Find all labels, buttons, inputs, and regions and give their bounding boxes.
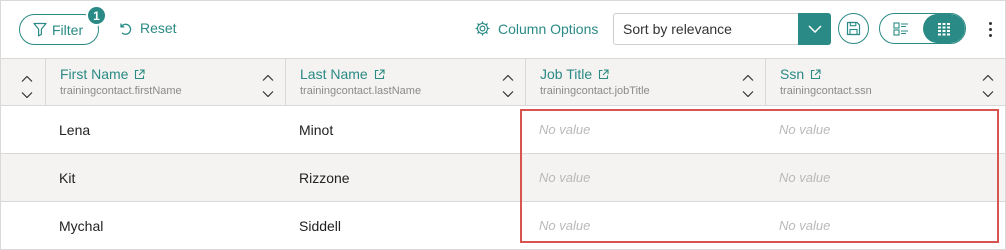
list-view-button[interactable] bbox=[880, 14, 923, 43]
table-row[interactable]: Lena Minot No value No value bbox=[1, 106, 1005, 154]
sort-toggle-icon[interactable] bbox=[982, 75, 994, 97]
filter-count-badge: 1 bbox=[86, 5, 107, 26]
column-field-name: trainingcontact.firstName bbox=[60, 85, 182, 97]
chevron-down-icon bbox=[807, 24, 822, 33]
external-link-icon[interactable] bbox=[598, 68, 609, 80]
table-header: First Name trainingcontact.firstName Las… bbox=[1, 58, 1005, 106]
column-title: Last Name bbox=[300, 66, 368, 82]
column-field-name: trainingcontact.ssn bbox=[780, 85, 872, 97]
cell-last-name: Minot bbox=[299, 121, 334, 138]
cell-ssn: No value bbox=[779, 218, 831, 233]
column-title: Job Title bbox=[540, 66, 593, 82]
list-view-icon bbox=[893, 21, 909, 36]
more-vertical-icon[interactable] bbox=[980, 16, 1000, 42]
external-link-icon[interactable] bbox=[810, 68, 821, 80]
filter-label: Filter bbox=[52, 21, 84, 38]
cell-ssn: No value bbox=[779, 170, 831, 185]
column-title: Ssn bbox=[780, 66, 805, 82]
sort-select[interactable]: Sort by relevance bbox=[613, 12, 831, 45]
column-field-name: trainingcontact.lastName bbox=[300, 85, 422, 97]
select-all-sort[interactable] bbox=[21, 76, 33, 98]
reset-label: Reset bbox=[140, 20, 177, 36]
data-table: First Name trainingcontact.firstName Las… bbox=[1, 58, 1005, 234]
table-row[interactable]: Kit Rizzone No value No value bbox=[1, 154, 1005, 202]
column-title: First Name bbox=[60, 66, 129, 82]
column-options-label: Column Options bbox=[498, 20, 599, 37]
undo-icon bbox=[120, 23, 132, 35]
column-header-last-name[interactable]: Last Name trainingcontact.lastName bbox=[285, 59, 525, 106]
cell-last-name: Rizzone bbox=[299, 169, 350, 186]
grid-view-icon bbox=[937, 22, 950, 35]
column-header-first-name[interactable]: First Name trainingcontact.firstName bbox=[45, 59, 285, 106]
cell-job-title: No value bbox=[539, 122, 591, 137]
save-view-button[interactable] bbox=[838, 13, 869, 44]
sort-toggle-icon[interactable] bbox=[742, 75, 754, 97]
cell-ssn: No value bbox=[779, 122, 831, 137]
reset-button[interactable]: Reset bbox=[117, 20, 177, 36]
cell-job-title: No value bbox=[539, 170, 591, 185]
column-header-job-title[interactable]: Job Title trainingcontact.jobTitle bbox=[525, 59, 765, 106]
toolbar: Filter 1 Reset Column Options Sort by re… bbox=[0, 0, 1006, 58]
cell-first-name: Mychal bbox=[59, 217, 104, 234]
gear-icon bbox=[475, 21, 490, 36]
column-field-name: trainingcontact.jobTitle bbox=[540, 85, 650, 97]
cell-job-title: No value bbox=[539, 218, 591, 233]
sort-toggle-icon[interactable] bbox=[262, 75, 274, 97]
filter-funnel-icon bbox=[33, 22, 47, 37]
column-options-button[interactable]: Column Options bbox=[474, 20, 598, 37]
cell-first-name: Kit bbox=[59, 169, 76, 186]
table-row[interactable]: Mychal Siddell No value No value bbox=[1, 202, 1005, 250]
cell-first-name: Lena bbox=[59, 121, 91, 138]
external-link-icon[interactable] bbox=[134, 68, 146, 80]
cell-last-name: Siddell bbox=[299, 217, 342, 234]
sort-select-value: Sort by relevance bbox=[623, 21, 732, 37]
sort-toggle-icon[interactable] bbox=[502, 75, 514, 97]
column-header-ssn[interactable]: Ssn trainingcontact.ssn bbox=[765, 59, 1005, 106]
grid-view-button[interactable] bbox=[922, 14, 965, 43]
view-toggle bbox=[879, 13, 966, 44]
sort-dropdown-button[interactable] bbox=[798, 12, 831, 45]
save-disk-icon bbox=[846, 21, 861, 36]
external-link-icon[interactable] bbox=[374, 68, 385, 80]
